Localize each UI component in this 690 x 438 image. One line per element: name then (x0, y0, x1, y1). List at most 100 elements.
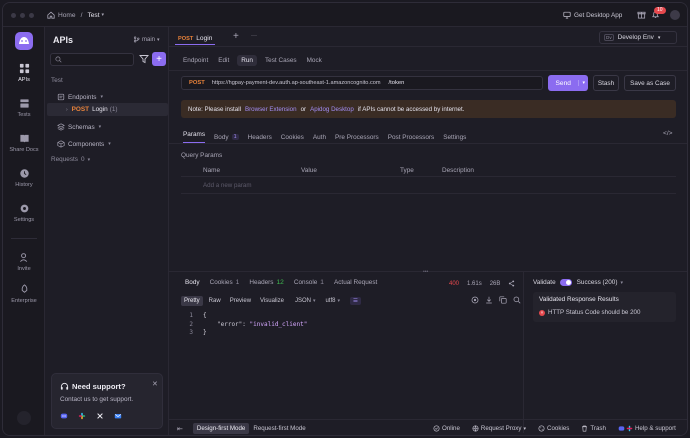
response-size: 26B (489, 280, 501, 287)
browser-extension-link[interactable]: Browser Extension (245, 106, 297, 113)
request-first-button[interactable]: Request-first Mode (249, 423, 309, 434)
breadcrumb-home[interactable]: Home (58, 12, 76, 19)
branch-selector[interactable]: main ▾ (133, 36, 160, 43)
response-tab-body[interactable]: Body (185, 279, 200, 286)
success-select[interactable]: Success (200) (577, 279, 618, 286)
filter-icon[interactable] (139, 54, 149, 64)
response-tab-console[interactable]: Console (294, 279, 317, 286)
get-desktop-app-button[interactable]: Get Desktop App (563, 11, 622, 19)
resize-handle[interactable]: ••• (423, 269, 428, 275)
help-button[interactable]: Help & support (618, 425, 676, 432)
rail-item-history[interactable]: History (3, 168, 45, 188)
discord-icon (618, 426, 625, 431)
tree-item-login[interactable]: › POST Login (1) (47, 103, 168, 116)
add-button[interactable]: + (152, 52, 166, 66)
chevron-down-icon: ▾ (87, 156, 91, 163)
response-tab-headers[interactable]: Headers (249, 279, 273, 286)
environment-selector[interactable]: Dv Develop Env ▾ (599, 31, 677, 44)
download-icon[interactable] (485, 296, 493, 304)
tree-item-requests[interactable]: Requests 0 ▾ (51, 156, 90, 163)
env-badge: Dv (604, 34, 614, 41)
col-description: Description (442, 167, 474, 174)
url-path[interactable]: /token (389, 80, 405, 86)
tab-cookies[interactable]: Cookies (281, 134, 304, 141)
online-status[interactable]: Online (433, 425, 460, 432)
close-icon[interactable]: ✕ (152, 380, 158, 388)
rail-bottom-icon[interactable] (17, 411, 31, 425)
tab-post-processors[interactable]: Post Processors (388, 134, 435, 141)
tab-settings[interactable]: Settings (443, 134, 466, 141)
url-bar[interactable]: POST https://hgpay-payment-dev.auth.ap-s… (181, 76, 543, 90)
tree-item-schemas[interactable]: Schemas ▾ (57, 123, 101, 131)
window-controls[interactable] (11, 13, 38, 18)
format-select[interactable]: JSON (295, 298, 311, 304)
subtab-endpoint[interactable]: Endpoint (183, 57, 208, 64)
tab-post-login[interactable]: POST Login (175, 33, 216, 45)
view-tab-visualize[interactable]: Visualize (257, 296, 287, 306)
response-tab-cookies[interactable]: Cookies (210, 279, 233, 286)
add-param-input[interactable]: Add a new param (203, 182, 252, 189)
method-select[interactable]: POST (182, 80, 212, 86)
tab-auth[interactable]: Auth (313, 134, 326, 141)
tab-body[interactable]: Body 1 (214, 134, 239, 141)
rail-item-share-docs[interactable]: Share Docs (3, 133, 45, 153)
tab-headers[interactable]: Headers (248, 134, 272, 141)
subtab-mock[interactable]: Mock (307, 57, 322, 64)
trash-button[interactable]: Trash (581, 425, 606, 432)
chevron-down-icon[interactable]: ▾ (578, 80, 588, 86)
code-icon[interactable]: </> (663, 130, 673, 137)
results-title: Validated Response Results (539, 296, 619, 303)
validate-toggle[interactable] (559, 279, 572, 286)
tab-pre-processors[interactable]: Pre Processors (335, 134, 379, 141)
mail-icon[interactable] (114, 412, 122, 420)
subtab-edit[interactable]: Edit (218, 57, 229, 64)
collapse-icon[interactable]: ⇤ (177, 425, 183, 433)
gift-icon[interactable] (637, 10, 646, 19)
body-count: 1 (231, 134, 239, 140)
validate-label: Validate (533, 279, 556, 286)
design-first-button[interactable]: Design-first Mode (192, 423, 250, 434)
slack-icon[interactable] (78, 412, 86, 420)
new-tab-button[interactable]: + (233, 31, 239, 42)
rail-item-invite[interactable]: Invite (3, 252, 45, 272)
stash-button[interactable]: Stash (593, 75, 619, 91)
rail-item-tests[interactable]: Tests (3, 98, 45, 118)
requests-count: 0 (81, 156, 85, 163)
send-button[interactable]: Send ▾ (548, 75, 588, 91)
more-icon[interactable]: ··· (251, 33, 257, 39)
rail-item-settings[interactable]: Settings (3, 203, 45, 223)
target-icon[interactable] (471, 296, 479, 304)
request-proxy-button[interactable]: Request Proxy ▾ (472, 425, 526, 432)
apidog-desktop-link[interactable]: Apidog Desktop (310, 106, 354, 113)
subtab-run[interactable]: Run (237, 55, 257, 66)
response-code[interactable]: { "error": "invalid_client" } (203, 312, 307, 338)
encoding-select[interactable]: utf8 (325, 298, 335, 304)
cookies-button[interactable]: Cookies (538, 425, 569, 432)
response-tab-actual-request[interactable]: Actual Request (334, 279, 377, 286)
wrap-icon[interactable]: ☰ (350, 296, 361, 305)
search-icon[interactable] (513, 296, 521, 304)
chevron-down-icon[interactable]: ▾ (102, 12, 105, 18)
components-label: Components (68, 140, 105, 148)
view-tab-pretty[interactable]: Pretty (181, 295, 203, 306)
response-divider[interactable] (169, 271, 687, 272)
subtab-test-cases[interactable]: Test Cases (265, 57, 297, 64)
x-icon[interactable] (96, 412, 104, 420)
breadcrumb-project[interactable]: Test (87, 12, 99, 19)
tree-item-components[interactable]: Components ▾ (57, 140, 111, 148)
avatar[interactable] (670, 10, 680, 20)
view-tab-raw[interactable]: Raw (206, 296, 224, 306)
share-icon[interactable] (508, 280, 515, 287)
query-params-label: Query Params (181, 152, 223, 159)
save-as-case-button[interactable]: Save as Case (624, 75, 676, 91)
discord-icon[interactable] (60, 412, 68, 420)
copy-icon[interactable] (499, 296, 507, 304)
tree-root[interactable]: Test (51, 77, 63, 84)
app-logo[interactable] (15, 32, 33, 50)
rail-item-apis[interactable]: APIs (3, 63, 45, 83)
tab-params[interactable]: Params (183, 131, 206, 143)
rail-item-enterprise[interactable]: Enterprise (3, 284, 45, 304)
tree-item-endpoints[interactable]: Endpoints ▾ (57, 93, 103, 101)
view-tab-preview[interactable]: Preview (227, 296, 254, 306)
search-input[interactable] (50, 53, 134, 66)
